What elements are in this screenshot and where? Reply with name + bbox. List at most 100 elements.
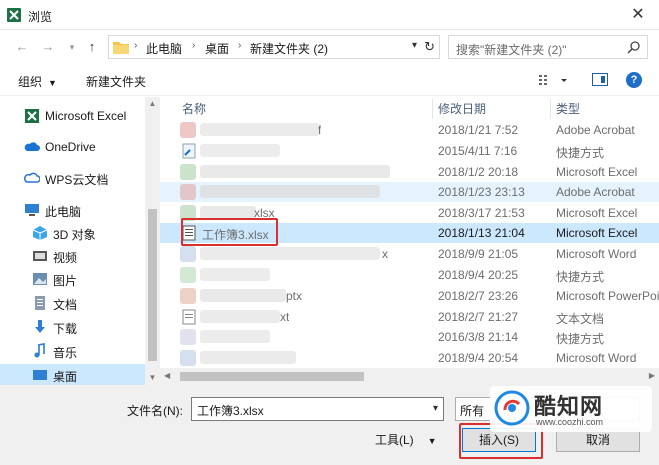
highlight-box-selected-file <box>181 218 278 246</box>
nav-item-pictures[interactable]: 图片 <box>0 268 145 290</box>
nav-item-downloads[interactable]: 下载 <box>0 316 145 338</box>
nav-item-onedrive[interactable]: OneDrive <box>0 136 145 158</box>
blurred-name <box>200 310 280 323</box>
filename-value[interactable]: 工作簿3.xlsx <box>197 402 264 419</box>
nav-item-microsoft-excel[interactable]: Microsoft Excel <box>0 105 145 127</box>
file-list: 名称 修改日期 类型 f 2018/1/21 7:52 Adobe Acroba… <box>160 97 659 373</box>
horizontal-scrollbar[interactable]: ◀ ▶ <box>160 368 659 385</box>
file-row[interactable]: f 2018/1/21 7:52 Adobe Acrobat <box>160 120 659 140</box>
desktop-icon <box>33 370 47 380</box>
coozhi-logo-icon <box>494 390 530 426</box>
file-row[interactable]: xt 2018/2/7 21:27 文本文档 <box>160 307 659 327</box>
scroll-right-icon[interactable]: ▶ <box>649 371 655 380</box>
file-type: Microsoft Excel <box>556 206 638 220</box>
file-type: Microsoft Word <box>556 351 637 365</box>
file-date: 2018/9/9 21:05 <box>438 247 519 261</box>
breadcrumb-new-folder-2[interactable]: 新建文件夹 (2) <box>250 40 328 57</box>
file-row[interactable]: x 2018/9/9 21:05 Microsoft Word <box>160 244 659 264</box>
excel-icon <box>25 109 39 123</box>
title-bar: 浏览 ✕ <box>0 0 659 30</box>
shortcut-file-icon <box>180 329 196 345</box>
search-icon <box>627 41 640 54</box>
nav-item-wps-cloud[interactable]: WPS云文档 <box>0 167 145 189</box>
scroll-down-icon[interactable]: ▼ <box>145 373 160 382</box>
tools-button[interactable]: 工具(L) ▼ <box>375 431 437 448</box>
organize-button[interactable]: 组织 ▼ <box>18 73 57 90</box>
wps-cloud-icon <box>24 172 40 183</box>
filename-label: 文件名(N): <box>127 404 183 418</box>
refresh-icon[interactable]: ↻ <box>424 39 435 55</box>
nav-label: 此电脑 <box>45 205 82 219</box>
file-type: Microsoft Excel <box>556 226 638 240</box>
nav-label: 视频 <box>53 251 78 265</box>
file-row[interactable]: 2018/9/4 20:25 快捷方式 <box>160 265 659 285</box>
search-box[interactable]: 搜索"新建文件夹 (2)" <box>448 35 648 59</box>
file-date: 2018/9/4 20:25 <box>438 268 519 282</box>
powerpoint-file-icon <box>180 288 196 304</box>
video-icon <box>33 251 47 261</box>
scroll-left-icon[interactable]: ◀ <box>164 371 170 380</box>
nav-item-desktop[interactable]: 桌面 <box>0 364 145 385</box>
filename-dropdown-icon[interactable]: ▾ <box>433 403 438 414</box>
preview-pane-icon[interactable] <box>592 73 608 86</box>
file-type: 快捷方式 <box>556 146 605 160</box>
breadcrumb-desktop[interactable]: 桌面 <box>205 40 229 57</box>
file-row[interactable]: 2016/3/8 21:14 快捷方式 <box>160 327 659 347</box>
column-divider[interactable] <box>432 99 433 119</box>
nav-scrollbar[interactable]: ▲ ▼ <box>145 97 160 385</box>
column-header-type[interactable]: 类型 <box>556 97 580 121</box>
file-type: Microsoft PowerPoint <box>556 289 659 303</box>
back-arrow-icon[interactable]: ← <box>14 39 30 55</box>
blurred-name <box>200 351 296 364</box>
breadcrumb-separator-icon: › <box>134 40 138 51</box>
nav-item-music[interactable]: 音乐 <box>0 340 145 362</box>
file-name: xt <box>280 310 290 324</box>
horizontal-scroll-thumb[interactable] <box>180 372 364 381</box>
column-divider[interactable] <box>550 99 551 119</box>
address-row: ← → ▾ ↑ › 此电脑 › 桌面 › 新建文件夹 (2) ▾ ↻ 搜索"新建… <box>0 31 659 63</box>
pdf-file-icon <box>180 184 196 200</box>
address-dropdown-icon[interactable]: ▾ <box>412 40 417 51</box>
scroll-up-icon[interactable]: ▲ <box>145 99 160 108</box>
help-icon[interactable]: ? <box>626 72 642 88</box>
nav-item-videos[interactable]: 视频 <box>0 245 145 267</box>
breadcrumb-this-pc[interactable]: 此电脑 <box>146 40 182 57</box>
file-date: 2018/3/17 21:53 <box>438 206 525 220</box>
nav-item-this-pc[interactable]: 此电脑 <box>0 199 145 221</box>
file-row[interactable]: ptx 2018/2/7 23:26 Microsoft PowerPoint <box>160 286 659 306</box>
file-name: ptx <box>286 289 303 303</box>
view-options-icon[interactable] <box>537 71 571 89</box>
blurred-name <box>200 165 390 178</box>
file-row[interactable]: 2018/1/23 23:13 Adobe Acrobat <box>160 182 659 202</box>
nav-item-documents[interactable]: 文档 <box>0 292 145 314</box>
column-header-date[interactable]: 修改日期 <box>438 97 486 121</box>
tools-label: 工具(L) <box>375 433 414 447</box>
nav-label: Microsoft Excel <box>45 109 127 123</box>
filename-field[interactable]: 工作簿3.xlsx ▾ <box>191 397 444 421</box>
column-header-name[interactable]: 名称 <box>182 97 206 121</box>
blurred-name <box>200 247 380 260</box>
navigation-pane: Microsoft Excel OneDrive WPS云文档 此电脑 3D 对… <box>0 97 160 385</box>
word-file-icon <box>180 350 196 366</box>
close-icon[interactable]: ✕ <box>617 0 659 30</box>
file-row[interactable]: 2015/4/11 7:16 快捷方式 <box>160 141 659 161</box>
file-row[interactable]: 2018/9/4 20:54 Microsoft Word <box>160 348 659 368</box>
watermark-url: www.coozhi.com <box>536 417 604 427</box>
up-arrow-icon[interactable]: ↑ <box>84 39 100 55</box>
nav-label: 桌面 <box>53 370 78 384</box>
shortcut-file-icon <box>180 267 196 283</box>
forward-arrow-icon[interactable]: → <box>40 39 56 55</box>
file-row[interactable]: 2018/1/2 20:18 Microsoft Excel <box>160 162 659 182</box>
nav-item-3d-objects[interactable]: 3D 对象 <box>0 222 145 244</box>
file-date: 2015/4/11 7:16 <box>438 144 518 158</box>
search-input[interactable]: 搜索"新建文件夹 (2)" <box>456 41 567 58</box>
blurred-name <box>200 144 280 157</box>
computer-icon <box>25 204 39 216</box>
chevron-down-icon: ▼ <box>427 436 437 446</box>
nav-scroll-thumb[interactable] <box>148 209 157 361</box>
recent-chevron-icon[interactable]: ▾ <box>64 39 80 55</box>
address-bar[interactable]: › 此电脑 › 桌面 › 新建文件夹 (2) ▾ ↻ <box>108 35 440 59</box>
file-name: x <box>382 247 388 261</box>
new-folder-button[interactable]: 新建文件夹 <box>86 73 146 90</box>
file-type: 快捷方式 <box>556 332 605 346</box>
